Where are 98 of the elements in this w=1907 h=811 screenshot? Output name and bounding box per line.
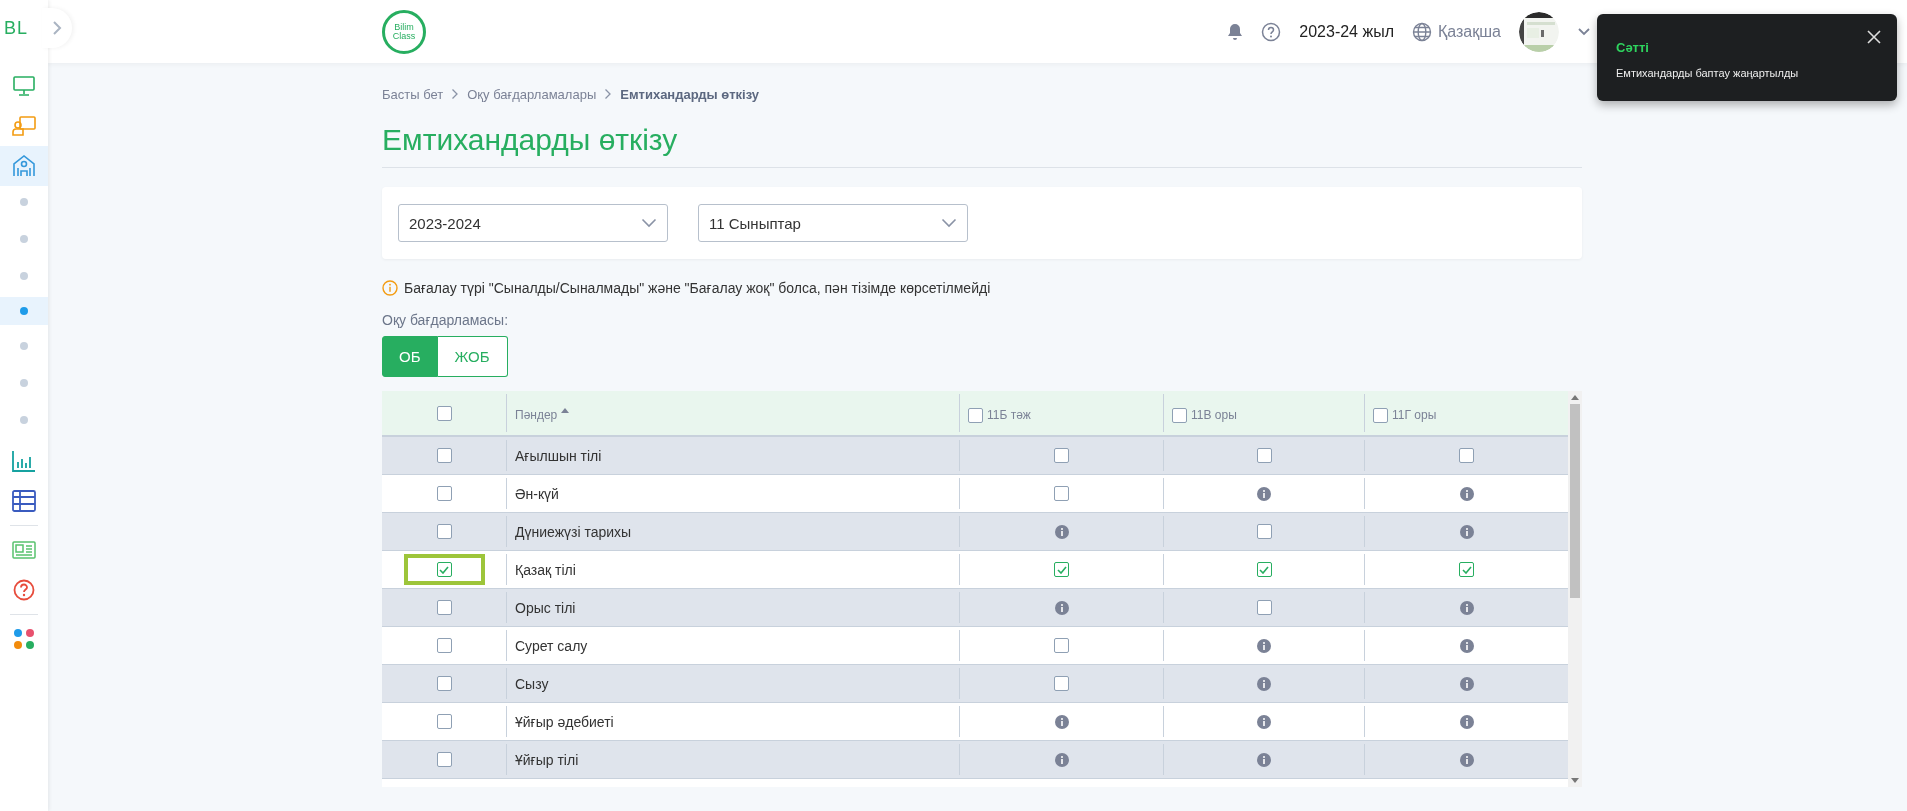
info-icon[interactable] bbox=[1054, 600, 1069, 615]
info-icon[interactable] bbox=[1257, 676, 1271, 691]
toast-message: Емтихандарды баптау жаңартылды bbox=[1616, 67, 1799, 79]
column-header: 11В оры bbox=[1191, 408, 1237, 422]
checkbox[interactable] bbox=[1459, 562, 1474, 577]
table-cell: Ағылшын тілі bbox=[515, 447, 602, 464]
checkbox[interactable] bbox=[436, 714, 452, 729]
notice-text: Бағалау түрі "Сыналды/Сыналмады" және "Бағалау жоқ" болса, пән тізімде көрсетілмейді bbox=[404, 280, 991, 296]
checkbox[interactable] bbox=[1256, 448, 1272, 463]
checkbox[interactable] bbox=[436, 638, 452, 653]
table-cell: Ұйғыр әдебиеті bbox=[515, 713, 614, 730]
checkbox[interactable] bbox=[968, 408, 983, 423]
info-icon[interactable] bbox=[1054, 524, 1069, 539]
chevron-down-icon bbox=[641, 218, 657, 228]
table-cell: Ұйғыр тілі bbox=[515, 751, 579, 768]
sidebar-item[interactable] bbox=[0, 297, 48, 325]
page-title: Емтихандарды өткізу bbox=[382, 123, 1582, 168]
checkbox[interactable] bbox=[1172, 408, 1187, 423]
sidebar-item[interactable] bbox=[0, 146, 48, 186]
newspaper-icon bbox=[12, 541, 36, 559]
table-cell: Орыс тілі bbox=[515, 599, 576, 616]
checkbox[interactable] bbox=[1054, 486, 1069, 501]
info-icon[interactable] bbox=[1459, 524, 1474, 539]
table-icon bbox=[12, 490, 36, 512]
close-icon[interactable] bbox=[1867, 30, 1881, 44]
checkbox[interactable] bbox=[436, 562, 452, 577]
program-label: Оқу бағдарламасы: bbox=[382, 312, 510, 328]
checkbox[interactable] bbox=[1054, 448, 1069, 463]
checkbox[interactable] bbox=[1459, 448, 1474, 463]
dropdown[interactable]: 11 Сыныптар bbox=[698, 204, 968, 242]
globe-icon bbox=[1412, 21, 1432, 42]
program-tab[interactable]: ЖОБ bbox=[437, 336, 508, 377]
checkbox[interactable] bbox=[436, 524, 452, 539]
info-icon[interactable] bbox=[1459, 638, 1474, 653]
dot-icon bbox=[20, 198, 28, 206]
info-icon[interactable] bbox=[1459, 752, 1474, 767]
bar-chart-icon bbox=[12, 450, 36, 472]
checkbox[interactable] bbox=[1256, 524, 1272, 539]
chevron-right-icon bbox=[451, 88, 460, 100]
monitor-icon bbox=[13, 76, 35, 96]
checkbox[interactable] bbox=[436, 486, 452, 501]
table-cell: Қазақ тілі bbox=[515, 561, 576, 578]
checkbox[interactable] bbox=[1373, 408, 1388, 423]
info-icon[interactable] bbox=[1459, 600, 1474, 615]
info-icon[interactable] bbox=[1459, 676, 1474, 691]
scrollbar[interactable] bbox=[1568, 391, 1582, 787]
info-icon[interactable] bbox=[1257, 752, 1271, 767]
dot-icon bbox=[20, 342, 28, 350]
info-icon[interactable] bbox=[1257, 714, 1271, 729]
info-icon[interactable] bbox=[1257, 486, 1271, 501]
checkbox[interactable] bbox=[1256, 562, 1272, 577]
language-selector[interactable]: Қазақша bbox=[1412, 21, 1501, 42]
info-icon[interactable] bbox=[1459, 486, 1474, 501]
school-year[interactable]: 2023-24 жыл bbox=[1299, 22, 1394, 41]
chevron-down-icon[interactable] bbox=[1577, 26, 1591, 37]
table-cell: Сызу bbox=[515, 675, 549, 692]
help-icon bbox=[13, 579, 35, 601]
checkbox[interactable] bbox=[1256, 600, 1272, 615]
app-logo: Bilim Class bbox=[382, 9, 426, 54]
checkbox[interactable] bbox=[436, 448, 452, 463]
dot-icon bbox=[20, 416, 28, 424]
program-tab[interactable]: ОБ bbox=[382, 336, 438, 377]
column-header[interactable]: Пәндер bbox=[515, 408, 558, 422]
checkbox[interactable] bbox=[436, 405, 452, 421]
apps-icon bbox=[13, 628, 35, 650]
school-icon bbox=[12, 155, 36, 177]
dot-icon bbox=[20, 235, 28, 243]
table-cell: Сурет салу bbox=[515, 637, 588, 654]
column-header: 11Б тәж bbox=[987, 408, 1031, 422]
breadcrumb-link[interactable]: Оқу бағдарламалары bbox=[467, 86, 597, 102]
chevron-right-icon bbox=[604, 88, 613, 100]
dot-icon bbox=[20, 272, 28, 280]
dot-icon bbox=[20, 379, 28, 387]
info-icon[interactable] bbox=[1054, 714, 1069, 729]
checkbox[interactable] bbox=[436, 676, 452, 691]
dot-icon bbox=[20, 307, 28, 315]
logo: BL bbox=[4, 17, 29, 39]
info-icon[interactable] bbox=[1459, 714, 1474, 729]
chevron-down-icon bbox=[941, 218, 957, 228]
checkbox[interactable] bbox=[1054, 638, 1069, 653]
help-icon[interactable] bbox=[1261, 21, 1282, 42]
teacher-board-icon bbox=[12, 116, 36, 136]
checkbox[interactable] bbox=[1054, 676, 1069, 691]
checkbox[interactable] bbox=[436, 752, 452, 767]
dropdown[interactable]: 2023-2024 bbox=[398, 204, 668, 242]
table-cell: Дүниежүзі тарихы bbox=[515, 523, 632, 540]
column-header: 11Г оры bbox=[1392, 408, 1437, 422]
chevron-right-icon bbox=[52, 20, 62, 36]
checkbox[interactable] bbox=[1054, 562, 1069, 577]
bell-icon[interactable] bbox=[1227, 22, 1244, 41]
info-icon[interactable] bbox=[1257, 638, 1271, 653]
toast-title: Сәтті bbox=[1616, 40, 1650, 55]
table-cell: Ән-күй bbox=[515, 485, 559, 502]
info-icon[interactable] bbox=[1054, 752, 1069, 767]
sort-up-icon[interactable] bbox=[561, 408, 570, 413]
info-icon bbox=[382, 280, 398, 296]
checkbox[interactable] bbox=[436, 600, 452, 615]
breadcrumb-link[interactable]: Басты бет bbox=[382, 86, 444, 102]
